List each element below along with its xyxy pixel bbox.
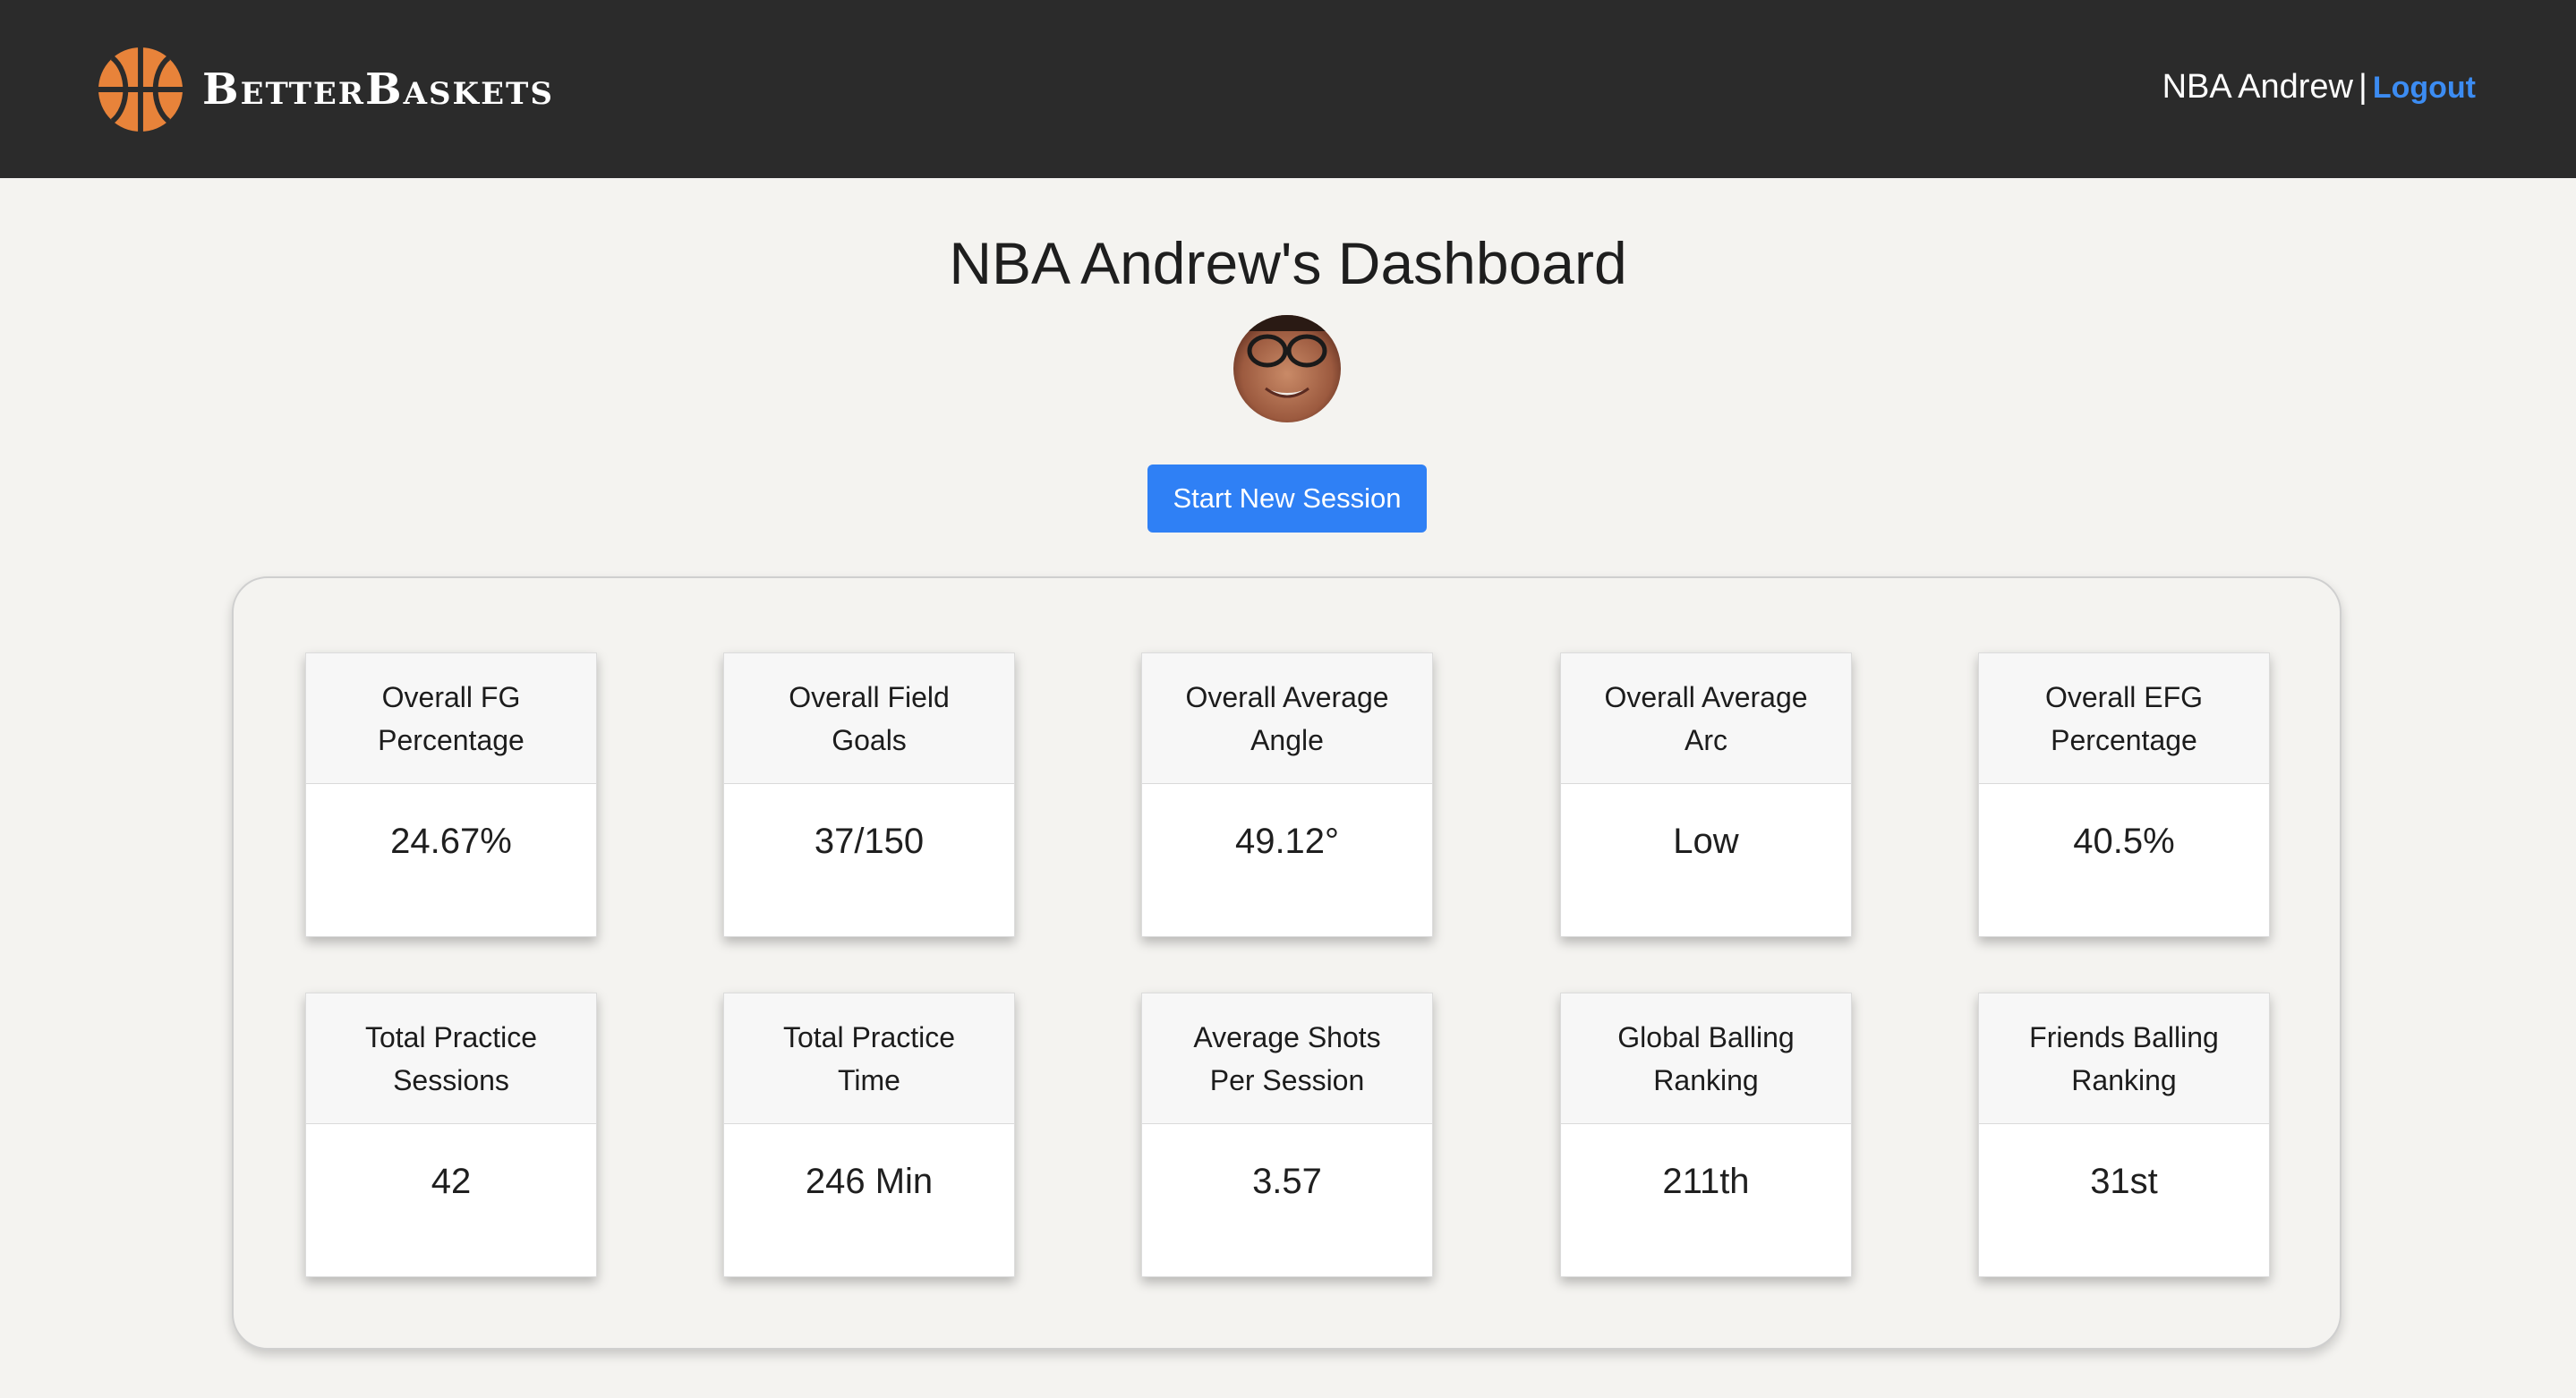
stat-label: Global Balling Ranking: [1561, 993, 1851, 1124]
top-navbar: BetterBaskets NBA Andrew | Logout: [0, 0, 2576, 178]
stat-label: Overall EFG Percentage: [1979, 653, 2269, 784]
brand-name: BetterBaskets: [202, 64, 554, 115]
basketball-icon: [98, 47, 183, 132]
stat-card-practice-time: Total Practice Time 246 Min: [723, 993, 1015, 1277]
stat-label: Average Shots Per Session: [1142, 993, 1432, 1124]
stat-value: 49.12°: [1234, 822, 1340, 861]
stat-card-field-goals: Overall Field Goals 37/150: [723, 652, 1015, 937]
stat-value: 211th: [1662, 1162, 1750, 1201]
stat-value: 37/150: [814, 822, 925, 861]
brand[interactable]: BetterBaskets: [97, 45, 554, 134]
stat-label: Friends Balling Ranking: [1979, 993, 2269, 1124]
stat-card-friends-ranking: Friends Balling Ranking 31st: [1978, 993, 2270, 1277]
start-new-session-button[interactable]: Start New Session: [1147, 465, 1427, 533]
stat-card-average-angle: Overall Average Angle 49.12°: [1141, 652, 1433, 937]
stat-value: Low: [1673, 822, 1739, 861]
avatar: [1233, 315, 1341, 422]
stat-label: Overall Field Goals: [724, 653, 1014, 784]
stat-card-practice-sessions: Total Practice Sessions 42: [305, 993, 597, 1277]
stat-label: Overall Average Arc: [1561, 653, 1851, 784]
logout-link[interactable]: Logout: [2373, 71, 2476, 105]
stat-card-fg-percentage: Overall FG Percentage 24.67%: [305, 652, 597, 937]
username: NBA Andrew: [2162, 68, 2353, 106]
stat-label: Total Practice Sessions: [306, 993, 596, 1124]
stat-value: 42: [431, 1162, 472, 1201]
avatar-photo: [1233, 315, 1341, 422]
stat-card-efg-percentage: Overall EFG Percentage 40.5%: [1978, 652, 2270, 937]
separator: |: [2358, 68, 2367, 106]
stat-value: 40.5%: [2073, 822, 2175, 861]
stat-label: Overall Average Angle: [1142, 653, 1432, 784]
user-area: NBA Andrew | Logout: [2162, 68, 2476, 107]
stat-label: Total Practice Time: [724, 993, 1014, 1124]
stat-card-average-arc: Overall Average Arc Low: [1560, 652, 1852, 937]
stats-panel: Overall FG Percentage 24.67% Overall Fie…: [232, 576, 2341, 1350]
stat-value: 24.67%: [390, 822, 512, 861]
stat-value: 3.57: [1252, 1162, 1322, 1201]
page-title: NBA Andrew's Dashboard: [949, 230, 1627, 296]
stat-value: 31st: [2090, 1162, 2158, 1201]
stat-card-shots-per-session: Average Shots Per Session 3.57: [1141, 993, 1433, 1277]
stat-card-global-ranking: Global Balling Ranking 211th: [1560, 993, 1852, 1277]
stat-value: 246 Min: [805, 1162, 934, 1201]
stat-label: Overall FG Percentage: [306, 653, 596, 784]
